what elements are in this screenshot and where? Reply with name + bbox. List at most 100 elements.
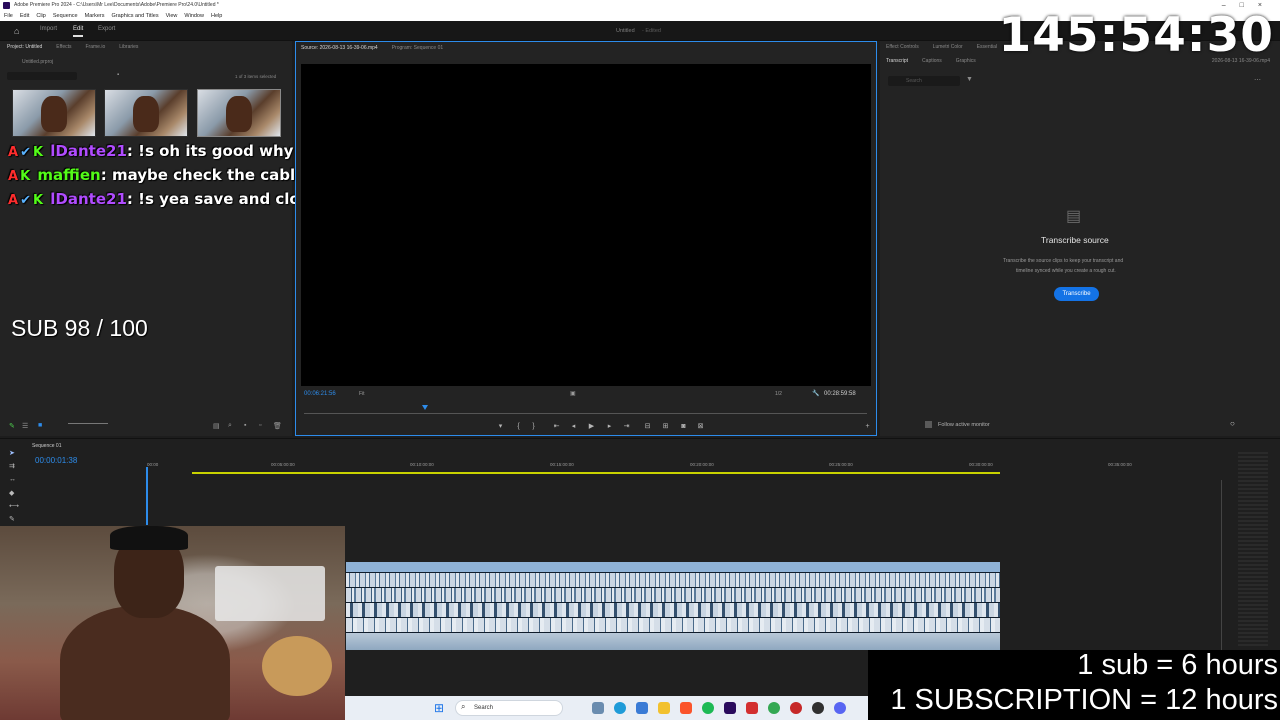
discord-icon[interactable]	[834, 702, 846, 714]
button-editor-icon[interactable]: ⊠	[697, 423, 704, 430]
menu-markers[interactable]: Markers	[85, 11, 105, 21]
step-forward-icon[interactable]: ▸	[606, 423, 613, 430]
new-item-icon[interactable]: ▫	[259, 422, 261, 429]
app-icon[interactable]	[746, 702, 758, 714]
obs-icon[interactable]	[812, 702, 824, 714]
tab-effect-controls[interactable]: Effect Controls	[886, 44, 919, 50]
mark-out-icon[interactable]: }	[530, 423, 537, 430]
ripple-edit-icon[interactable]: ↔	[9, 476, 16, 483]
pen-icon[interactable]: ✎	[9, 516, 16, 523]
audio-waveform[interactable]	[346, 633, 1000, 650]
trash-icon[interactable]: 🗑	[273, 422, 282, 430]
work-area-bar[interactable]	[192, 472, 1000, 474]
menu-file[interactable]: File	[4, 11, 13, 21]
clip-thumbnail[interactable]	[104, 89, 188, 137]
brave-icon[interactable]	[680, 702, 692, 714]
audio-waveform[interactable]	[346, 618, 1000, 632]
timeline-scrollbar[interactable]	[1221, 480, 1222, 650]
tab-export[interactable]: Export	[98, 26, 115, 32]
new-bin-icon[interactable]: ▪	[244, 422, 246, 429]
kick-icon: K	[32, 193, 44, 208]
add-button-icon[interactable]: +	[864, 423, 871, 430]
windows-start-icon[interactable]: ⊞	[434, 701, 444, 715]
tab-project[interactable]: Project: Untitled	[7, 44, 42, 50]
taskbar-search-input[interactable]: Search	[455, 700, 563, 716]
tab-effects[interactable]: Effects	[56, 44, 71, 50]
source-scrubber[interactable]	[304, 413, 867, 414]
new-bin-icon[interactable]: ▪	[117, 72, 119, 78]
timeline-playhead[interactable]	[146, 467, 148, 525]
more-icon[interactable]: ⋯	[1254, 76, 1261, 84]
find-icon[interactable]: ⌕	[228, 422, 232, 430]
audio-waveform[interactable]	[346, 573, 1000, 587]
mark-in-icon[interactable]: {	[515, 423, 522, 430]
tab-lumetri[interactable]: Lumetri Color	[933, 44, 963, 50]
play-icon[interactable]: ▶	[588, 423, 595, 430]
razor-icon[interactable]: ◆	[9, 490, 16, 497]
filter-icon[interactable]: ▼	[966, 76, 973, 83]
tab-libraries[interactable]: Libraries	[119, 44, 138, 50]
project-search-input[interactable]	[7, 72, 77, 80]
list-view-icon[interactable]: ☰	[22, 422, 28, 430]
audio-clip-header[interactable]	[346, 562, 1000, 572]
follow-checkbox[interactable]	[925, 421, 932, 428]
home-icon[interactable]: ⌂	[14, 26, 19, 36]
timeline-timecode[interactable]: 00:00:01:38	[35, 456, 77, 465]
chrome-icon[interactable]	[768, 702, 780, 714]
selection-tool-icon[interactable]: ➤	[9, 450, 16, 457]
menu-graphics[interactable]: Graphics and Titles	[112, 11, 159, 21]
tab-source[interactable]: Source: 2026-08-13 16-39-06.mp4	[301, 45, 378, 51]
step-back-icon[interactable]: ◂	[570, 423, 577, 430]
clip-thumbnail[interactable]	[12, 89, 96, 137]
menu-view[interactable]: View	[166, 11, 178, 21]
menu-clip[interactable]: Clip	[36, 11, 45, 21]
menu-help[interactable]: Help	[211, 11, 222, 21]
audio-waveform[interactable]	[346, 603, 1000, 617]
menu-sequence[interactable]: Sequence	[53, 11, 78, 21]
tab-frameio[interactable]: Frame.io	[86, 44, 106, 50]
icon-view-icon[interactable]: ■	[38, 422, 42, 429]
settings-icon[interactable]: ▣	[570, 390, 576, 397]
tab-edit[interactable]: Edit	[73, 26, 84, 37]
track-select-icon[interactable]: ⇉	[9, 463, 16, 470]
audio-waveform[interactable]	[346, 588, 1000, 602]
premiere-icon[interactable]	[724, 702, 736, 714]
insert-icon[interactable]: ⊟	[644, 423, 651, 430]
app-icon[interactable]	[790, 702, 802, 714]
wrench-icon[interactable]: 🔧	[812, 390, 819, 397]
menu-window[interactable]: Window	[184, 11, 204, 21]
audio-tracks[interactable]	[346, 562, 1000, 650]
sequence-tab[interactable]: Sequence 01	[32, 443, 61, 449]
folder-icon[interactable]	[658, 702, 670, 714]
spotify-icon[interactable]	[702, 702, 714, 714]
person-silhouette	[60, 606, 230, 720]
edge-icon[interactable]	[614, 702, 626, 714]
go-to-in-icon[interactable]: ⇤	[553, 423, 560, 430]
explorer-icon[interactable]	[636, 702, 648, 714]
resolution-dropdown[interactable]: 1/2	[775, 391, 782, 397]
project-tabs: Project: Untitled Effects Frame.io Libra…	[7, 41, 138, 53]
tab-graphics[interactable]: Graphics	[956, 58, 976, 64]
transcript-search-input[interactable]: Search	[888, 76, 960, 86]
transcribe-button[interactable]: Transcribe	[1054, 287, 1099, 301]
automate-icon[interactable]: ▤	[213, 422, 220, 430]
overwrite-icon[interactable]: ⊞	[662, 423, 669, 430]
tab-transcript[interactable]: Transcript	[886, 58, 908, 64]
video-preview[interactable]	[301, 64, 871, 386]
tab-program[interactable]: Program: Sequence 01	[392, 45, 443, 51]
slip-icon[interactable]: ⟷	[9, 503, 19, 510]
menu-edit[interactable]: Edit	[20, 11, 29, 21]
export-frame-icon[interactable]: ◙	[680, 423, 687, 430]
zoom-slider-handle[interactable]: ○	[1230, 419, 1235, 428]
clip-thumbnail-selected[interactable]	[197, 89, 281, 137]
current-timecode[interactable]: 00:06:21:56	[304, 391, 336, 397]
fit-dropdown[interactable]: Fit	[359, 391, 365, 397]
tab-captions[interactable]: Captions	[922, 58, 942, 64]
marker-icon[interactable]: ▾	[497, 423, 504, 430]
tab-import[interactable]: Import	[40, 26, 57, 32]
go-to-out-icon[interactable]: ⇥	[623, 423, 630, 430]
pencil-icon[interactable]: ✎	[9, 422, 15, 430]
settings-app-icon[interactable]	[592, 702, 604, 714]
zoom-slider[interactable]	[68, 423, 108, 424]
tab-essential[interactable]: Essential	[977, 44, 997, 50]
